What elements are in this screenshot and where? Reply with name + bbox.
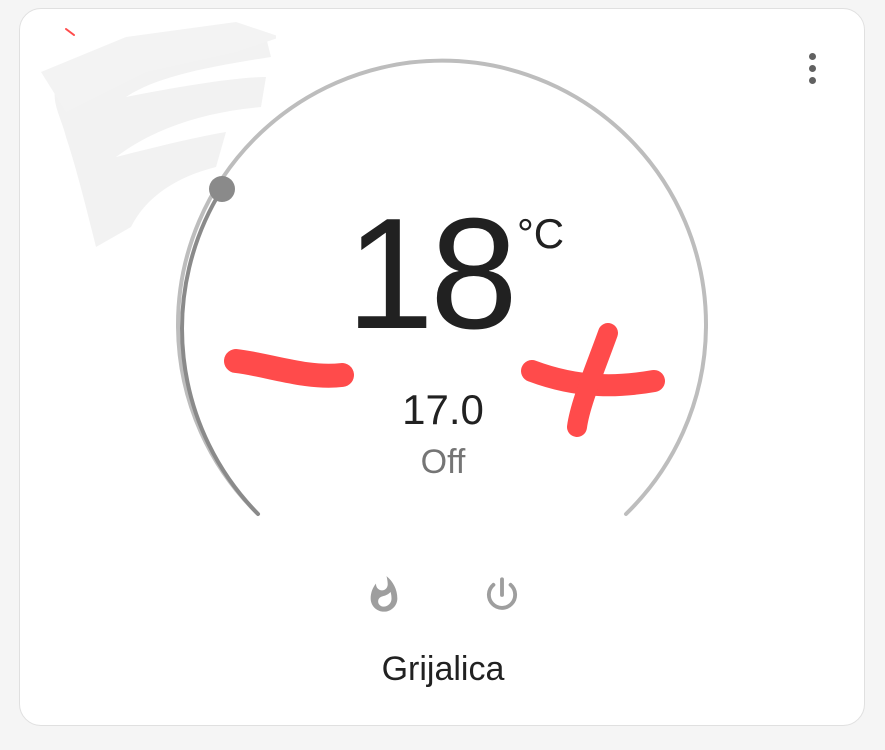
fire-icon [370, 576, 398, 612]
current-temperature: 17.0 [402, 386, 484, 433]
entity-name[interactable]: Grijalica [243, 649, 643, 689]
temperature-unit: °C [517, 210, 565, 257]
heat-mode-button[interactable] [354, 565, 414, 625]
target-temperature: 18 [346, 186, 518, 362]
thermostat-card: 18 °C 17.0 Off Grijalica [19, 8, 865, 726]
power-button[interactable] [472, 565, 532, 625]
dial-handle[interactable] [209, 176, 235, 202]
hvac-state: Off [420, 443, 466, 481]
power-icon [486, 577, 518, 610]
temperature-dial[interactable] [20, 9, 866, 727]
